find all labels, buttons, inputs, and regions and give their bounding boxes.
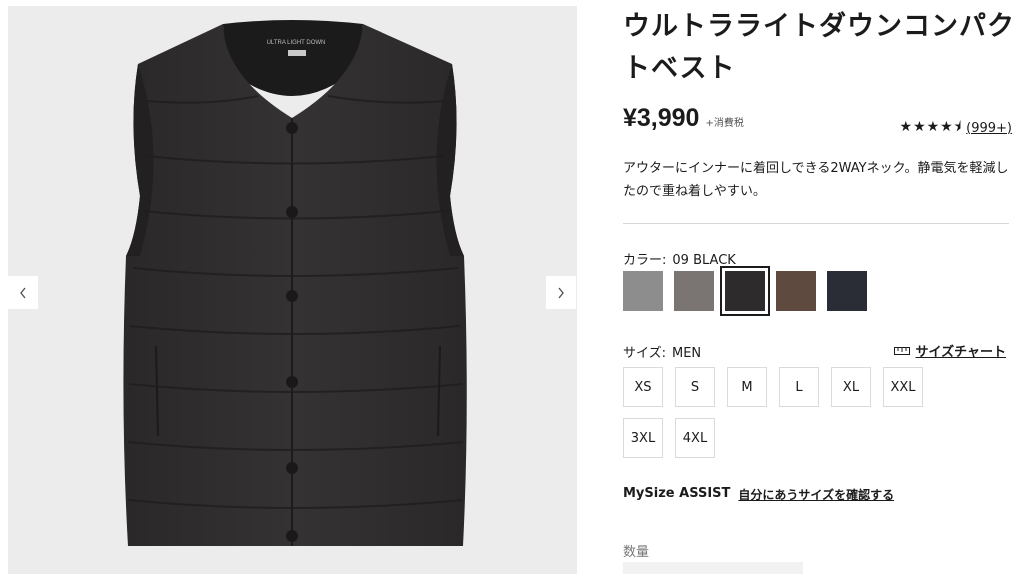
product-image: ULTRA LIGHT DOWN (8, 6, 577, 574)
swatch-black[interactable] (720, 266, 770, 316)
ruler-icon (893, 346, 910, 355)
price-row: ¥3,990 +消費税 (623, 104, 744, 133)
color-swatches (623, 266, 878, 316)
review-count-link[interactable]: (999+) (966, 121, 1012, 136)
product-title: ウルトラライトダウンコンパクトベスト (623, 11, 1015, 84)
size-value: MEN (672, 346, 702, 361)
size-option-xl[interactable]: XL (831, 367, 871, 407)
brand-label-text: ULTRA LIGHT DOWN (267, 40, 326, 46)
chevron-left-icon (20, 287, 26, 298)
rating: ★★★★⯨ (999+) (900, 116, 1012, 140)
size-option-s[interactable]: S (675, 367, 715, 407)
product-price: ¥3,990 (623, 104, 700, 132)
color-label: カラー: 09 BLACK (623, 249, 736, 268)
quantity-label: 数量 (623, 545, 650, 560)
size-option-m[interactable]: M (727, 367, 767, 407)
size-chart-link[interactable]: サイズチャート (893, 341, 1006, 360)
swatch-navy[interactable] (827, 271, 867, 311)
size-option-3xl[interactable]: 3XL (623, 418, 663, 458)
size-label: サイズ: MEN (623, 342, 701, 361)
product-description: アウターにインナーに着回しできる2WAYネック。静電気を軽減したので重ね着しやす… (623, 161, 1009, 199)
size-label-text: サイズ: (623, 346, 666, 361)
mysize-link[interactable]: 自分にあうサイズを確認する (738, 486, 894, 503)
mysize-label: MySize ASSIST (623, 486, 731, 501)
color-label-text: カラー: (623, 253, 667, 268)
color-value: 09 BLACK (672, 253, 736, 268)
size-options: XS S M L XL XXL 3XL 4XL (623, 367, 983, 469)
tax-note: +消費税 (705, 118, 744, 129)
mysize-assist: MySize ASSIST 自分にあうサイズを確認する (623, 486, 894, 503)
size-option-xxl[interactable]: XXL (883, 367, 923, 407)
size-option-xs[interactable]: XS (623, 367, 663, 407)
gallery-next-button[interactable] (546, 276, 576, 309)
swatch-dark-gray[interactable] (674, 271, 714, 311)
product-info: ウルトラライトダウンコンパクトベスト ¥3,990 +消費税 ★★★★⯨ (99… (623, 0, 1018, 574)
size-chart-label: サイズチャート (915, 345, 1006, 360)
vest-image: ULTRA LIGHT DOWN (123, 20, 467, 546)
size-option-4xl[interactable]: 4XL (675, 418, 715, 458)
rating-stars-icon: ★★★★⯨ (899, 119, 963, 135)
swatch-brown[interactable] (776, 271, 816, 311)
swatch-gray[interactable] (623, 271, 663, 311)
chevron-right-icon (558, 287, 564, 298)
product-gallery: ULTRA LIGHT DOWN (0, 0, 590, 574)
divider (623, 223, 1009, 224)
size-option-l[interactable]: L (779, 367, 819, 407)
gallery-prev-button[interactable] (8, 276, 38, 309)
quantity-select[interactable] (623, 562, 803, 574)
